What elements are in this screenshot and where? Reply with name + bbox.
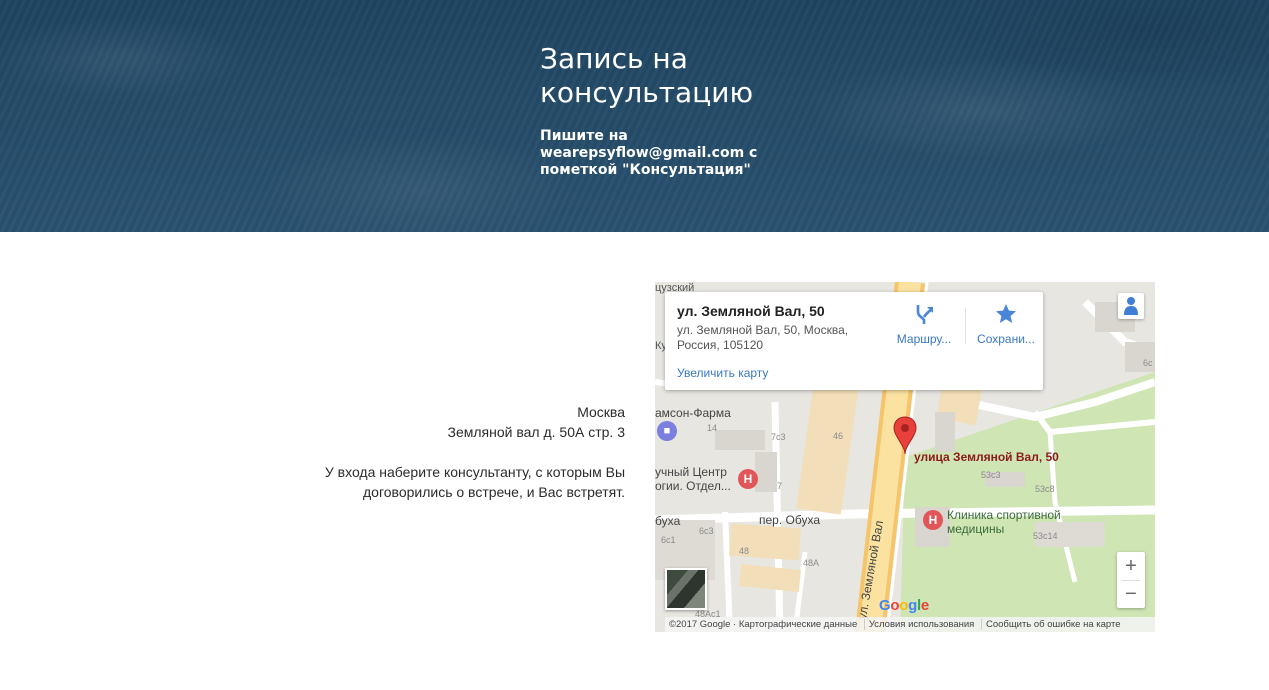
poi-science-center: учный Центр огии. Отдел... <box>655 465 731 493</box>
street-obukha-left: бухa <box>655 514 681 528</box>
report-error-link[interactable]: Сообщить об ошибке на карте <box>980 619 1125 630</box>
star-icon <box>996 304 1016 323</box>
poi-clinic-line1: Клиника спортивной <box>947 508 1061 522</box>
building-number: 6с3 <box>699 526 714 536</box>
zoom-out-button[interactable]: − <box>1117 580 1145 608</box>
address-street: Земляной вал д. 50А стр. 3 <box>447 424 625 440</box>
google-map[interactable]: цузский Ку амсон-Фарма ■ 14 7с3 46 учный… <box>655 282 1155 632</box>
zoom-in-button[interactable]: + <box>1117 552 1145 580</box>
page-title: Запись на консультацию <box>540 42 754 109</box>
directions-button[interactable]: Маршру... <box>887 302 961 346</box>
poi-science-center-line2: огии. Отдел... <box>655 479 731 493</box>
zoom-controls: + − <box>1117 552 1145 608</box>
building-number: 7 <box>777 481 783 491</box>
map-copyright: ©2017 Google · Картографические данные <box>669 619 858 630</box>
place-info-card: ул. Земляной Вал, 50 ул. Земляной Вал, 5… <box>665 292 1043 390</box>
building-number: 46 <box>833 431 844 441</box>
building-number: 6с <box>1143 358 1153 368</box>
card-divider <box>965 308 966 344</box>
poi-science-center-line1: учный Центр <box>655 465 727 479</box>
building-number: 14 <box>707 423 718 433</box>
hero-subtitle: Пишите на wearepsyflow@gmail.com с помет… <box>540 128 758 178</box>
building-number: 7с3 <box>771 432 786 442</box>
building-number: 6с1 <box>661 535 676 545</box>
building-number: 53с3 <box>981 470 1001 480</box>
hospital-icon[interactable]: H <box>923 510 943 530</box>
pegman-icon <box>1124 297 1138 315</box>
hero-banner: Запись на консультацию Пишите на weareps… <box>0 0 1269 232</box>
pin-label: улица Земляной Вал, 50 <box>914 450 1059 464</box>
building-number: 48 <box>739 546 750 556</box>
building-number: 48А <box>803 558 820 568</box>
shop-icon[interactable]: ■ <box>657 421 677 441</box>
street-obukha: пер. Обуха <box>759 513 820 527</box>
street-view-pegman[interactable] <box>1118 293 1144 319</box>
directions-icon <box>916 305 933 324</box>
save-button[interactable]: Сохрани... <box>969 302 1043 346</box>
address-city: Москва <box>577 404 625 420</box>
directions-label: Маршру... <box>896 332 952 346</box>
building-number: 53с14 <box>1033 531 1058 541</box>
building-number: 53с8 <box>1035 484 1055 494</box>
hospital-icon[interactable]: H <box>738 469 758 489</box>
satellite-toggle-thumbnail[interactable] <box>665 568 707 610</box>
map-attribution-bar: ©2017 Google · Картографические данные У… <box>665 617 1155 632</box>
enlarge-map-link[interactable]: Увеличить карту <box>677 366 768 380</box>
place-title: ул. Земляной Вал, 50 <box>677 303 825 319</box>
address-block: Москва Земляной вал д. 50А стр. 3 У вход… <box>260 402 625 502</box>
address-note-line2: договорились о встрече, и Вас встретят. <box>363 484 625 500</box>
poi-pharmacy: амсон-Фарма <box>655 406 731 420</box>
google-logo[interactable]: Google <box>879 597 929 614</box>
save-label: Сохрани... <box>977 332 1035 346</box>
terms-link[interactable]: Условия использования <box>863 619 979 630</box>
place-address: ул. Земляной Вал, 50, Москва, Россия, 10… <box>677 323 849 352</box>
address-note-line1: У входа наберите консультанту, с которым… <box>324 464 625 480</box>
